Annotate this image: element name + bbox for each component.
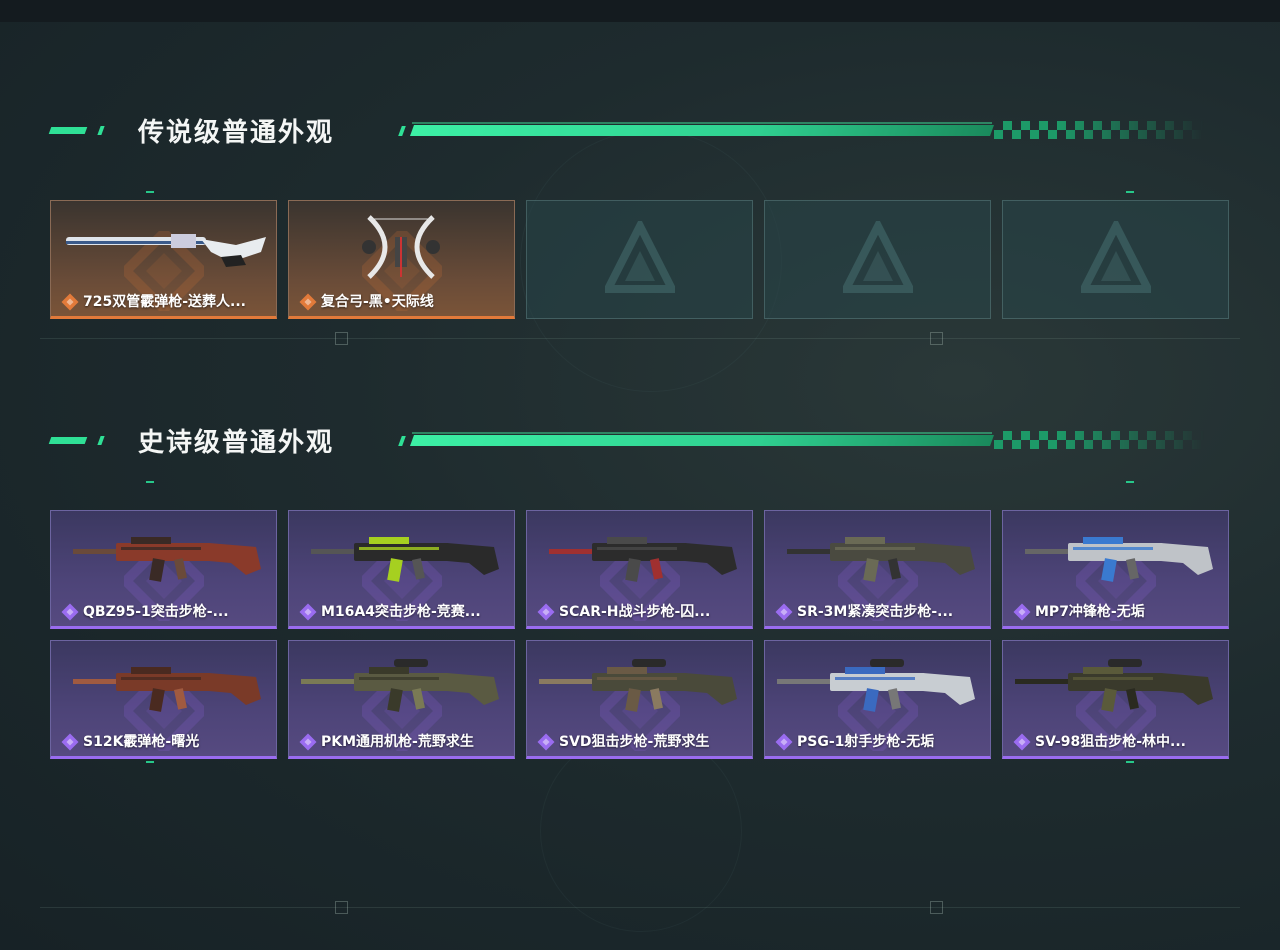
skin-name: M16A4突击步枪-竞赛... [321,604,481,620]
empty-slot-logo [601,217,679,296]
sniper-rifle-icon [537,647,742,729]
rarity-icon [1013,733,1031,751]
empty-skin-slot[interactable] [1002,200,1229,319]
battle-rifle-icon [537,517,742,599]
section-tick [1126,191,1134,193]
header-accent [97,436,105,445]
skin-card[interactable]: S12K霰弹枪-曙光 [50,640,277,759]
header-bar-line [412,122,992,124]
skin-card[interactable]: SVD狙击步枪-荒野求生 [526,640,753,759]
skin-name: PSG-1射手步枪-无垢 [797,734,935,750]
rarity-icon [61,603,79,621]
rarity-icon [299,293,317,311]
sniper-rifle-icon [1013,647,1218,729]
rarity-icon [61,733,79,751]
marksman-rifle-icon [775,647,980,729]
rarity-icon [1013,603,1031,621]
header-accent [48,437,88,444]
top-bar [0,0,1280,22]
header-bar [409,125,995,136]
empty-skin-slot[interactable] [526,200,753,319]
compound-bow-icon [299,207,504,289]
compact-rifle-icon [775,517,980,599]
skin-name: 复合弓-黑•天际线 [321,294,434,310]
header-checker-pattern [994,121,1204,139]
header-accent [97,126,105,135]
header-accent [48,127,88,134]
skin-name: QBZ95-1突击步枪-... [83,604,229,620]
machine-gun-icon [299,647,504,729]
corner-marker [335,901,348,914]
skin-name: SR-3M紧凑突击步枪-... [797,604,954,620]
skin-name: SVD狙击步枪-荒野求生 [559,734,710,750]
shotgun-icon [61,647,266,729]
rarity-icon [775,603,793,621]
assault-rifle-icon [299,517,504,599]
section-header-epic: 史诗级普通外观 [0,420,1280,460]
rarity-icon [537,733,555,751]
skin-card[interactable]: SCAR-H战斗步枪-囚... [526,510,753,629]
corner-marker [930,901,943,914]
skin-card[interactable]: SV-98狙击步枪-林中... [1002,640,1229,759]
skin-name: S12K霰弹枪-曙光 [83,734,200,750]
skin-card[interactable]: MP7冲锋枪-无垢 [1002,510,1229,629]
section-tick [1126,481,1134,483]
skin-card[interactable]: 复合弓-黑•天际线 [288,200,515,319]
divider-line [40,907,1240,908]
rarity-icon [61,293,79,311]
rarity-icon [299,603,317,621]
smg-icon [1013,517,1218,599]
skin-card[interactable]: PSG-1射手步枪-无垢 [764,640,991,759]
skin-card[interactable]: SR-3M紧凑突击步枪-... [764,510,991,629]
assault-rifle-icon [61,517,266,599]
empty-slot-logo [1077,217,1155,296]
skin-name: PKM通用机枪-荒野求生 [321,734,474,750]
rarity-icon [775,733,793,751]
rarity-icon [537,603,555,621]
section-header-legendary: 传说级普通外观 [0,110,1280,150]
section-tick [146,481,154,483]
skin-name: MP7冲锋枪-无垢 [1035,604,1145,620]
section-tick [1126,761,1134,763]
skin-card[interactable]: M16A4突击步枪-竞赛... [288,510,515,629]
header-accent [398,436,406,446]
header-accent [398,126,406,136]
skin-name: SCAR-H战斗步枪-囚... [559,604,711,620]
section-tick [146,761,154,763]
skin-card[interactable]: PKM通用机枪-荒野求生 [288,640,515,759]
skin-card[interactable]: QBZ95-1突击步枪-... [50,510,277,629]
corner-marker [930,332,943,345]
rarity-icon [299,733,317,751]
skin-card[interactable]: 725双管霰弹枪-送葬人... [50,200,277,319]
header-bar-line [412,432,992,434]
section-tick [146,191,154,193]
shotgun-icon [61,207,266,289]
header-checker-pattern [994,431,1204,449]
empty-slot-logo [839,217,917,296]
skin-name: SV-98狙击步枪-林中... [1035,734,1186,750]
section-title: 史诗级普通外观 [138,428,335,458]
section-title: 传说级普通外观 [138,118,335,148]
skin-name: 725双管霰弹枪-送葬人... [83,294,246,310]
divider-line [40,338,1240,339]
corner-marker [335,332,348,345]
header-bar [409,435,995,446]
empty-skin-slot[interactable] [764,200,991,319]
background-ring [540,730,742,932]
